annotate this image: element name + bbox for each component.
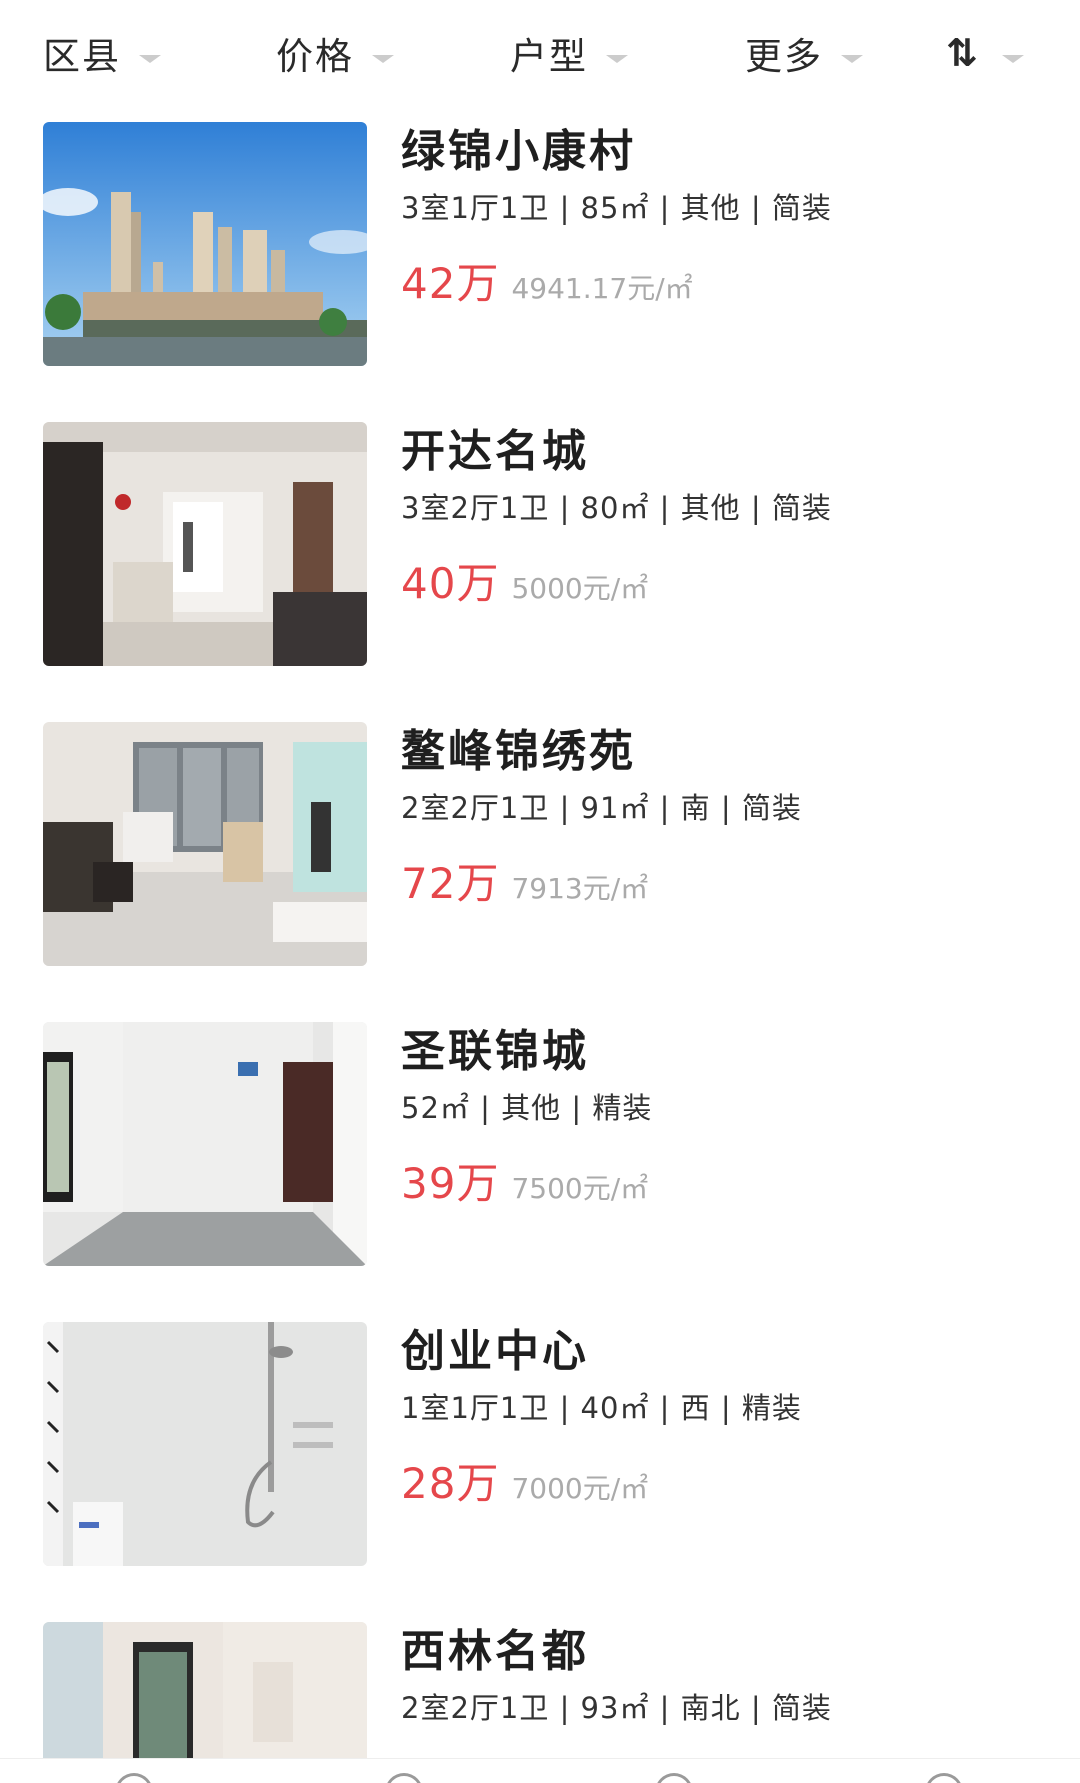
listing-unit-price: 7000元/㎡ (511, 1472, 649, 1505)
filter-layout-label: 户型 (510, 35, 588, 78)
chevron-down-icon (841, 55, 863, 63)
tab-discover-icon[interactable] (655, 1773, 693, 1783)
listing-price: 40万 (401, 559, 500, 608)
filter-price[interactable]: 价格 (276, 28, 394, 78)
listing-item[interactable]: 绿锦小康村 3室1厅1卫 | 85㎡ | 其他 | 简装 42万 4941.17… (43, 122, 1043, 366)
listing-item[interactable]: 创业中心 1室1厅1卫 | 40㎡ | 西 | 精装 28万 7000元/㎡ (43, 1322, 1043, 1566)
filter-more[interactable]: 更多 (745, 28, 863, 78)
listing-info: 绿锦小康村 3室1厅1卫 | 85㎡ | 其他 | 简装 42万 4941.17… (401, 122, 1041, 308)
listing-page: 区县 价格 户型 更多 ⇅ 绿锦小康村 3室1厅1卫 | 85㎡ | 其他 | … (0, 0, 1080, 1783)
listing-photo (43, 122, 367, 366)
listing-meta: 52㎡ | 其他 | 精装 (401, 1091, 653, 1125)
listing-info: 鳌峰锦绣苑 2室2厅1卫 | 91㎡ | 南 | 简装 72万 7913元/㎡ (401, 722, 1041, 908)
listing-title: 鳌峰锦绣苑 (401, 726, 636, 777)
chevron-down-icon (139, 55, 161, 63)
tab-home-icon[interactable] (115, 1773, 153, 1783)
listing-unit-price: 4941.17元/㎡ (511, 272, 693, 305)
listing-unit-price: 7913元/㎡ (511, 872, 649, 905)
listing-info: 开达名城 3室2厅1卫 | 80㎡ | 其他 | 简装 40万 5000元/㎡ (401, 422, 1041, 608)
price-row: 42万 4941.17元/㎡ (401, 250, 1041, 308)
price-row: 39万 7500元/㎡ (401, 1150, 1041, 1208)
listing-meta: 3室1厅1卫 | 85㎡ | 其他 | 简装 (401, 191, 832, 225)
listing-price: 42万 (401, 259, 500, 308)
listing-item[interactable]: 鳌峰锦绣苑 2室2厅1卫 | 91㎡ | 南 | 简装 72万 7913元/㎡ (43, 722, 1043, 966)
listing-price: 72万 (401, 859, 500, 908)
listing-item[interactable]: 圣联锦城 52㎡ | 其他 | 精装 39万 7500元/㎡ (43, 1022, 1043, 1266)
tab-profile-icon[interactable] (925, 1773, 963, 1783)
listing-photo (43, 1022, 367, 1266)
listing-title: 绿锦小康村 (401, 126, 636, 177)
listing-title: 创业中心 (401, 1326, 589, 1377)
listing-photo (43, 422, 367, 666)
tab-message-icon[interactable] (385, 1773, 423, 1783)
listing-meta: 3室2厅1卫 | 80㎡ | 其他 | 简装 (401, 491, 832, 525)
listing-info: 西林名都 2室2厅1卫 | 93㎡ | 南北 | 简装 (401, 1622, 1041, 1728)
filter-district[interactable]: 区县 (43, 28, 161, 78)
filter-layout[interactable]: 户型 (510, 28, 628, 78)
chevron-down-icon (1002, 55, 1024, 63)
chevron-down-icon (606, 55, 628, 63)
price-row: 40万 5000元/㎡ (401, 550, 1041, 608)
filter-more-label: 更多 (745, 35, 823, 78)
listing-price: 39万 (401, 1159, 500, 1208)
filter-district-label: 区县 (43, 35, 121, 78)
listing-unit-price: 7500元/㎡ (511, 1172, 649, 1205)
filter-price-label: 价格 (276, 35, 354, 78)
listing-meta: 1室1厅1卫 | 40㎡ | 西 | 精装 (401, 1391, 802, 1425)
listing-photo (43, 1322, 367, 1566)
listing-info: 创业中心 1室1厅1卫 | 40㎡ | 西 | 精装 28万 7000元/㎡ (401, 1322, 1041, 1508)
listing-item[interactable]: 开达名城 3室2厅1卫 | 80㎡ | 其他 | 简装 40万 5000元/㎡ (43, 422, 1043, 666)
bottom-tab-bar (0, 1758, 1080, 1783)
price-row: 28万 7000元/㎡ (401, 1450, 1041, 1508)
listing-info: 圣联锦城 52㎡ | 其他 | 精装 39万 7500元/㎡ (401, 1022, 1041, 1208)
listing-meta: 2室2厅1卫 | 91㎡ | 南 | 简装 (401, 791, 802, 825)
listing-title: 圣联锦城 (401, 1026, 589, 1077)
listing-price: 28万 (401, 1459, 500, 1508)
price-row: 72万 7913元/㎡ (401, 850, 1041, 908)
listing-title: 开达名城 (401, 426, 589, 477)
listing-unit-price: 5000元/㎡ (511, 572, 649, 605)
listing-title: 西林名都 (401, 1626, 589, 1677)
listing-photo (43, 722, 367, 966)
sort-icon: ⇅ (946, 31, 978, 75)
sort-button[interactable]: ⇅ (940, 28, 1024, 78)
chevron-down-icon (372, 55, 394, 63)
filter-bar: 区县 价格 户型 更多 ⇅ (0, 0, 1080, 108)
listing-meta: 2室2厅1卫 | 93㎡ | 南北 | 简装 (401, 1691, 832, 1725)
